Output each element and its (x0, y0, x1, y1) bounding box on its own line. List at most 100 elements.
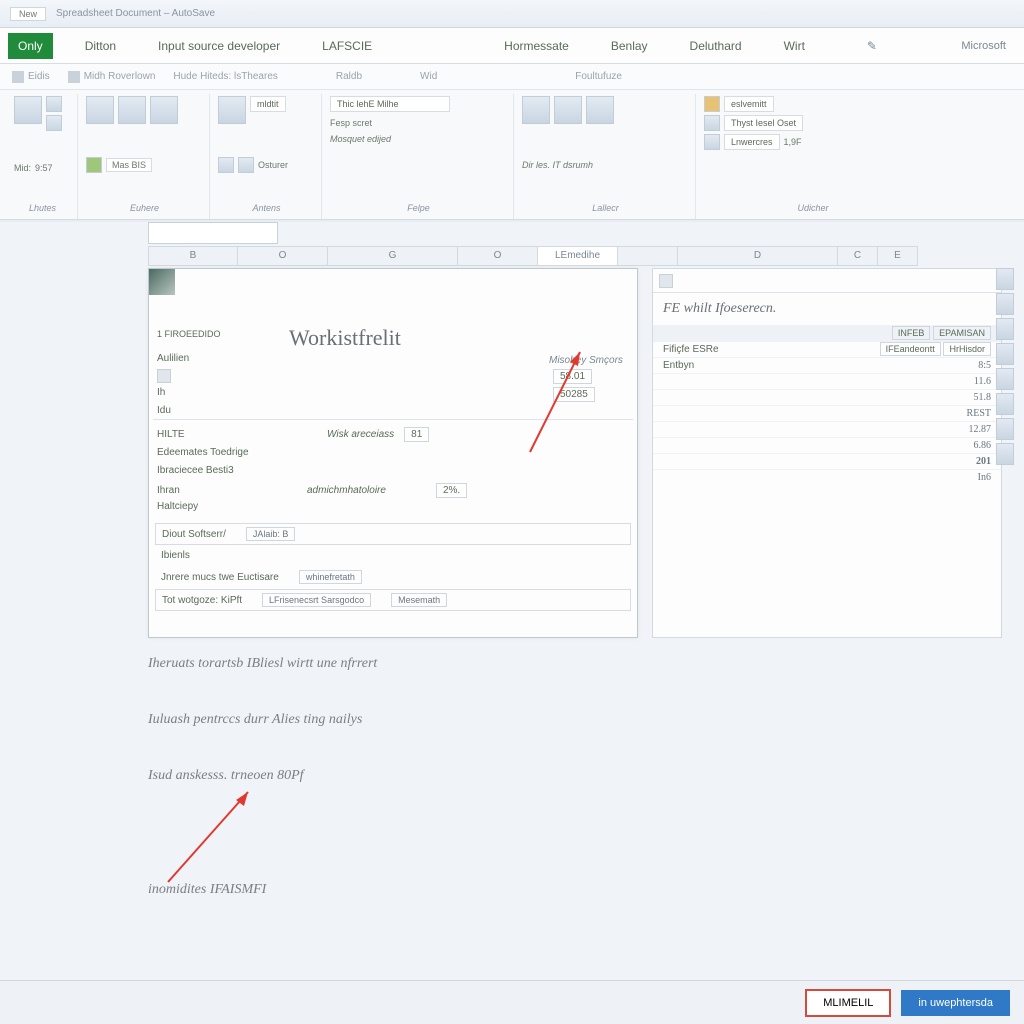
col-header[interactable]: D (678, 246, 838, 266)
ribbon-row-1[interactable]: eslvemitt (724, 96, 774, 112)
sidetool-icon[interactable] (996, 368, 1014, 390)
sidetool-icon[interactable] (996, 293, 1014, 315)
panel-title-label: 1 FIROEEDIDO (157, 329, 221, 339)
side-panel: FE whilt Ifoeserecn. INFEB EPAMISAN Fifi… (652, 268, 1002, 638)
sub-toolbar: Eidis Midh Roverlown Hude Hiteds: lsThea… (0, 64, 1024, 90)
sidetool-icon[interactable] (996, 418, 1014, 440)
col-header[interactable] (618, 246, 678, 266)
panel-bottom-0[interactable]: Diout Softserr/JAlaib: B (155, 523, 631, 545)
side-strip (996, 268, 1016, 638)
ribbon-group-3: mldtit Osturer Antens (212, 94, 322, 219)
caption-2: Iuluash pentrccs durr Alies ting nailys (148, 712, 362, 728)
ribbon-btn-mldtit[interactable]: mldtit (250, 96, 286, 112)
col-header[interactable]: G (328, 246, 458, 266)
sidetool-icon[interactable] (996, 443, 1014, 465)
panel-title: Workistfrelit (289, 325, 401, 351)
col-header[interactable]: O (458, 246, 538, 266)
doc-icon (12, 71, 24, 83)
tab-hormessate[interactable]: Hormessate (494, 33, 579, 59)
color-icon[interactable] (86, 157, 102, 173)
f-icon-0[interactable] (157, 369, 171, 383)
f-label-3: HILTE (157, 429, 267, 440)
tab-developer[interactable]: Input source developer (148, 33, 290, 59)
subbar-item-1[interactable]: Eidis (12, 71, 50, 83)
sidetool-icon[interactable] (996, 268, 1014, 290)
menubar-account[interactable]: Microsoft (951, 34, 1016, 58)
panel-bottom-2: Jnrere mucs twe Euctisarewhinefretath (155, 567, 631, 587)
cancel-button[interactable]: MLIMELIL (805, 989, 891, 1017)
subbar-item-3[interactable]: Hude Hiteds: lsTheares (173, 71, 278, 82)
panel-bottom-3[interactable]: Tot wotgoze: KiPftLFrisenecsrt Sarsgodco… (155, 589, 631, 611)
f-tag-6[interactable]: 2%. (436, 483, 467, 498)
tab-lafscie[interactable]: LAFSCIE (312, 33, 382, 59)
side-row-7v: In6 (978, 472, 991, 483)
col-header[interactable]: E (878, 246, 918, 266)
subbar-item-6[interactable]: Foultufuze (575, 71, 622, 82)
col-header-tab[interactable]: LEmedihe (538, 246, 618, 266)
grid-icon-3[interactable] (586, 96, 614, 124)
bullet2-icon[interactable] (238, 157, 254, 173)
chart-icon[interactable] (218, 96, 246, 124)
subbar-item-4[interactable]: Raldb (336, 71, 362, 82)
side-panel-title: FE whilt Ifoeserecn. (653, 293, 1001, 325)
tab-only[interactable]: Only (8, 33, 53, 59)
tab-wirt[interactable]: Wirt (774, 33, 815, 59)
sidetool-icon[interactable] (996, 393, 1014, 415)
panel-icon (149, 269, 175, 295)
titlebar-new-btn[interactable]: New (10, 7, 46, 21)
col-header[interactable]: B (148, 246, 238, 266)
panel-sep-1 (153, 419, 633, 420)
side-row-2v: 51.8 (974, 392, 992, 403)
col-header[interactable]: C (838, 246, 878, 266)
f-val-1[interactable]: 58.01 (553, 369, 592, 384)
ribbon-row-2[interactable]: Thyst Iesel Oset (724, 115, 803, 131)
caption-3: Isud anskesss. trneoen 80Pf (148, 768, 304, 784)
ribbon-row-3[interactable]: Lnwercres (724, 134, 780, 150)
ok-button[interactable]: in uwephtersda (901, 990, 1010, 1016)
copy-icon[interactable] (46, 115, 62, 131)
ribbon-btn-thic[interactable]: Thic lehE Milhe (330, 96, 450, 112)
side-col-1[interactable]: EPAMISAN (933, 326, 991, 340)
sidetool-icon[interactable] (996, 318, 1014, 340)
name-box[interactable] (148, 222, 278, 244)
gallery-icon-1[interactable] (86, 96, 114, 124)
side-lead: Fifiçfe ESRe (663, 344, 719, 355)
sort-icon[interactable] (704, 115, 720, 131)
tab-benlay[interactable]: Benlay (601, 33, 658, 59)
fill-icon[interactable] (704, 96, 720, 112)
subbar-item-5[interactable]: Wid (420, 71, 437, 82)
paste-icon[interactable] (14, 96, 42, 124)
tab-ditton[interactable]: Ditton (75, 33, 126, 59)
filter-icon[interactable] (704, 134, 720, 150)
f-label-1: Ih (157, 387, 267, 398)
gallery-icon-3[interactable] (150, 96, 178, 124)
column-headers: B O G O LEmedihe D C E (148, 246, 1016, 266)
side-col-0[interactable]: INFEB (892, 326, 931, 340)
side-row-1v: 11.6 (974, 376, 991, 387)
dialog-footer: MLIMELIL in uwephtersda (0, 980, 1024, 1024)
ribbon-group-5: Dir les. IT dsrumh Lallecr (516, 94, 696, 219)
subbar-item-2[interactable]: Midh Roverlown (68, 71, 156, 83)
f-tag-3[interactable]: 81 (404, 427, 429, 442)
side-sub-0: IFEandeontt (880, 342, 941, 356)
grid-icon-2[interactable] (554, 96, 582, 124)
pen-icon: ✎ (867, 39, 877, 53)
col-header[interactable]: O (238, 246, 328, 266)
ribbon-group-1: Mid:9:57 Lhutes (8, 94, 78, 219)
caption-1: Iheruats torartsb IBliesl wirtt une nfrr… (148, 656, 377, 672)
gallery-icon-2[interactable] (118, 96, 146, 124)
side-row-3v: REST (967, 408, 991, 419)
f-val-2[interactable]: 50285 (553, 387, 595, 402)
side-sub-1: HrHisdor (943, 342, 991, 356)
grid-icon-1[interactable] (522, 96, 550, 124)
ribbon-group-4: Thic lehE Milhe Fesp scret Mosquet edije… (324, 94, 514, 219)
tab-deluthard[interactable]: Deluthard (680, 33, 752, 59)
ribbon-sub-5: Dir les. IT dsrumh (522, 160, 689, 170)
sidetool-icon[interactable] (996, 343, 1014, 365)
arrow-annotation-2 (148, 782, 268, 892)
panel-subhead: Misobey Smçors (549, 355, 623, 366)
side-row-0v: 8:5 (978, 360, 991, 371)
cut-icon[interactable] (46, 96, 62, 112)
ribbon-group-2: Mas BIS Euhere (80, 94, 210, 219)
bullet-icon[interactable] (218, 157, 234, 173)
